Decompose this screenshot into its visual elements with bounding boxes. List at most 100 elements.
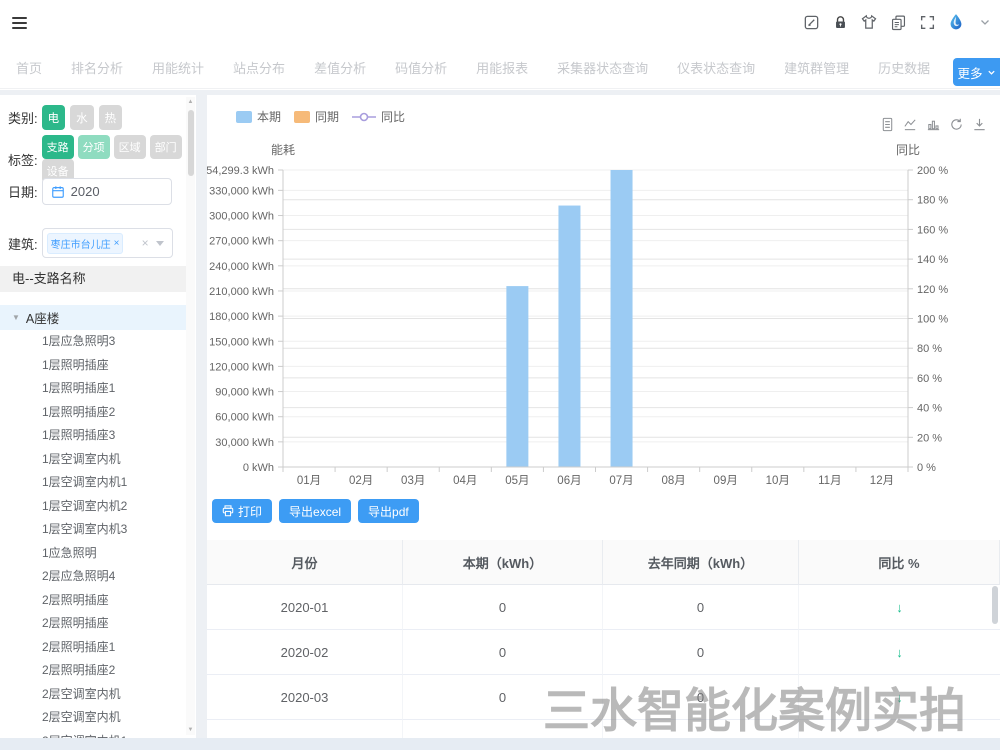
tab-首页[interactable]: 首页: [16, 50, 42, 88]
tab-排名分析[interactable]: 排名分析: [71, 50, 123, 88]
svg-text:300,000 kWh: 300,000 kWh: [209, 211, 274, 223]
tab-差值分析[interactable]: 差值分析: [314, 50, 366, 88]
legend-item-同比[interactable]: 同比: [352, 108, 405, 125]
yoy-cell: ↓: [799, 675, 1000, 720]
edit-note-icon[interactable]: [802, 13, 820, 31]
bar-chart-toggle-icon[interactable]: [925, 116, 941, 132]
tree-item[interactable]: 1层照明插座: [0, 354, 186, 378]
tree-item[interactable]: 1层应急照明3: [0, 330, 186, 354]
tab-历史数据[interactable]: 历史数据: [878, 50, 930, 88]
current-cell: 0: [403, 720, 603, 738]
svg-text:210,000 kWh: 210,000 kWh: [209, 286, 274, 298]
tree-item[interactable]: 1应急照明: [0, 542, 186, 566]
svg-text:270,000 kWh: 270,000 kWh: [209, 236, 274, 248]
topbar: [0, 0, 1000, 50]
legend-item-本期[interactable]: 本期: [236, 108, 281, 125]
tree-item[interactable]: 1层空调室内机2: [0, 495, 186, 519]
sidebar-scrollbar[interactable]: ▲ ▼: [186, 97, 195, 735]
scroll-down-icon[interactable]: ▼: [186, 727, 195, 733]
comparison-chart[interactable]: 0 kWh30,000 kWh60,000 kWh90,000 kWh120,0…: [207, 140, 1000, 500]
svg-text:20 %: 20 %: [917, 432, 942, 444]
date-picker-input[interactable]: 2020: [42, 178, 172, 205]
svg-text:80 %: 80 %: [917, 343, 942, 355]
legend-item-同期[interactable]: 同期: [294, 108, 339, 125]
tab-用能报表[interactable]: 用能报表: [476, 50, 528, 88]
select-clear-icon[interactable]: ×: [142, 236, 149, 250]
table-scrollbar[interactable]: [992, 586, 998, 736]
svg-text:08月: 08月: [661, 475, 685, 487]
svg-text:150,000 kWh: 150,000 kWh: [209, 336, 274, 348]
table-scrollbar-thumb[interactable]: [992, 586, 998, 624]
building-tag-close-icon[interactable]: ×: [114, 238, 120, 249]
tab-站点分布[interactable]: 站点分布: [233, 50, 285, 88]
tree-item[interactable]: 1层照明插座2: [0, 401, 186, 425]
export-pdf-button[interactable]: 导出pdf: [358, 499, 419, 523]
month-cell: 2020-02: [207, 630, 403, 675]
svg-text:12月: 12月: [870, 475, 894, 487]
svg-text:354,299.3 kWh: 354,299.3 kWh: [207, 165, 274, 177]
tag-button-支路[interactable]: 支路: [42, 135, 74, 159]
tree-expand-icon[interactable]: ▼: [12, 313, 20, 322]
tag-button-部门[interactable]: 部门: [150, 135, 182, 159]
category-button-热[interactable]: 热: [99, 105, 123, 130]
tree-item[interactable]: 2层照明插座2: [0, 659, 186, 683]
sidebar-scrollbar-thumb[interactable]: [188, 110, 194, 176]
svg-text:同比: 同比: [896, 143, 920, 157]
tree-item[interactable]: 2层照明插座: [0, 612, 186, 636]
tree-item[interactable]: 2层空调室内机1: [0, 730, 186, 739]
tree-item[interactable]: 1层空调室内机3: [0, 518, 186, 542]
tree-item[interactable]: 1层照明插座1: [0, 377, 186, 401]
tree-item[interactable]: 2层照明插座1: [0, 636, 186, 660]
download-icon[interactable]: [971, 116, 987, 132]
tree-item[interactable]: 2层空调室内机: [0, 706, 186, 730]
printer-icon: [222, 505, 234, 517]
export-excel-button[interactable]: 导出excel: [279, 499, 351, 523]
data-view-icon[interactable]: [879, 116, 895, 132]
tree-item[interactable]: 2层应急照明4: [0, 565, 186, 589]
date-value: 2020: [71, 184, 100, 199]
tab-用能统计[interactable]: 用能统计: [152, 50, 204, 88]
svg-text:200 %: 200 %: [917, 165, 948, 177]
svg-text:03月: 03月: [401, 475, 425, 487]
tree-item[interactable]: 2层空调室内机: [0, 683, 186, 707]
scroll-up-icon[interactable]: ▲: [186, 99, 195, 105]
hamburger-menu-icon[interactable]: [12, 17, 27, 30]
svg-text:180,000 kWh: 180,000 kWh: [209, 311, 274, 323]
copy-pages-icon[interactable]: [889, 13, 907, 31]
circuit-tree: ▼A座楼1层应急照明31层照明插座1层照明插座11层照明插座21层照明插座31层…: [0, 305, 186, 738]
category-button-水[interactable]: 水: [70, 105, 94, 130]
horizontal-scrollbar[interactable]: [0, 738, 1000, 750]
tree-item[interactable]: 1层空调室内机1: [0, 471, 186, 495]
tab-码值分析[interactable]: 码值分析: [395, 50, 447, 88]
tree-item[interactable]: 2层照明插座: [0, 589, 186, 613]
category-button-电[interactable]: 电: [42, 105, 66, 130]
tree-node-parent[interactable]: ▼ A座楼: [0, 305, 186, 330]
fullscreen-icon[interactable]: [918, 13, 936, 31]
more-button[interactable]: 更多: [953, 58, 1000, 86]
tag-button-分项[interactable]: 分项: [78, 135, 110, 159]
svg-text:09月: 09月: [714, 475, 738, 487]
svg-text:07月: 07月: [609, 475, 633, 487]
svg-text:0 %: 0 %: [917, 462, 936, 474]
last-year-cell: 0: [603, 720, 799, 738]
building-tag: 枣庄市台儿庄 ×: [47, 233, 124, 254]
tag-button-区域[interactable]: 区域: [114, 135, 146, 159]
building-select[interactable]: 枣庄市台儿庄 × ×: [42, 228, 173, 258]
action-row: 打印 导出excel 导出pdf: [212, 499, 419, 523]
print-button[interactable]: 打印: [212, 499, 272, 523]
tree-item[interactable]: 1层照明插座3: [0, 424, 186, 448]
line-chart-toggle-icon[interactable]: [902, 116, 918, 132]
tab-采集器状态查询[interactable]: 采集器状态查询: [557, 50, 648, 88]
tab-bar: 首页排名分析用能统计站点分布差值分析码值分析用能报表采集器状态查询仪表状态查询建…: [0, 50, 1000, 89]
svg-text:06月: 06月: [557, 475, 581, 487]
tab-建筑群管理[interactable]: 建筑群管理: [784, 50, 849, 88]
svg-text:40 %: 40 %: [917, 403, 942, 415]
restore-icon[interactable]: [948, 116, 964, 132]
tree-item[interactable]: 1层空调室内机: [0, 448, 186, 472]
lock-icon[interactable]: [831, 13, 849, 31]
tree-node-label: A座楼: [26, 308, 59, 327]
chevron-down-icon[interactable]: [976, 13, 994, 31]
theme-shirt-icon[interactable]: [860, 13, 878, 31]
tab-仪表状态查询[interactable]: 仪表状态查询: [677, 50, 755, 88]
calendar-icon: [51, 185, 65, 199]
